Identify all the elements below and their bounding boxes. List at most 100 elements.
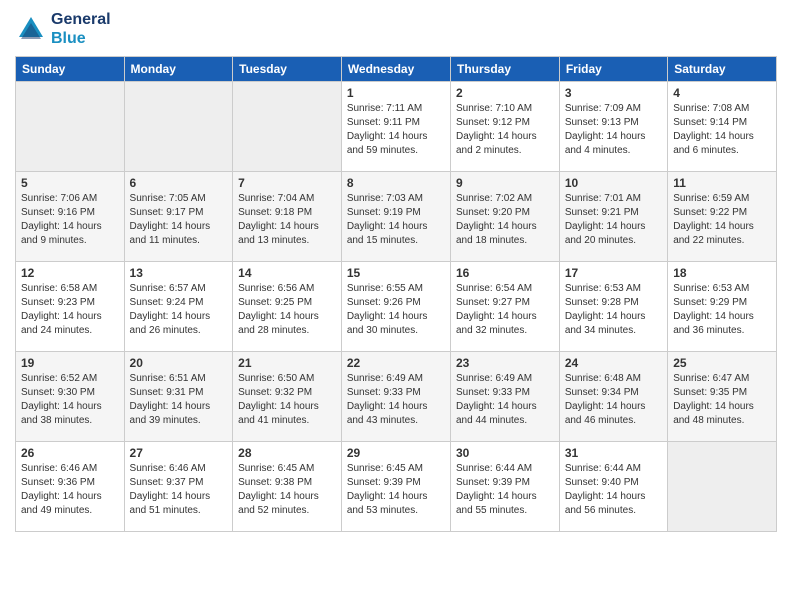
day-number: 17: [565, 266, 662, 280]
calendar-cell-20: 20Sunrise: 6:51 AM Sunset: 9:31 PM Dayli…: [124, 352, 233, 442]
calendar-header-tuesday: Tuesday: [233, 57, 342, 82]
calendar-cell-16: 16 Sunrise: 6:54 AM Sunset: 9:27 PM Dayli…: [450, 262, 559, 352]
day-info: Sunrise: 7:09 AM Sunset: 9:13 PM Dayligh…: [565, 102, 662, 158]
calendar-cell-31: 31 Sunrise: 6:44 AM Sunset: 9:40 PM Dayli…: [559, 442, 667, 532]
calendar-week-row-3: 19 Sunrise: 6:52 AM Sunset: 9:30 PM Dayli…: [16, 352, 777, 442]
calendar-cell-19: 19 Sunrise: 6:52 AM Sunset: 9:30 PM Dayli…: [16, 352, 125, 442]
day-info: Sunrise: 6:54 AM Sunset: 9:27 PM Dayligh…: [456, 282, 554, 338]
day-info: Sunrise: 6:44 AM Sunset: 9:39 PM Dayligh…: [456, 462, 554, 518]
day-number: 15: [347, 266, 445, 280]
calendar-header-friday: Friday: [559, 57, 667, 82]
calendar-cell-14: 14Sunrise: 6:56 AM Sunset: 9:25 PM Dayli…: [233, 262, 342, 352]
day-number: 4: [673, 86, 771, 100]
logo-general: General: [51, 10, 111, 29]
day-number: 22: [347, 356, 445, 370]
day-number: 16: [456, 266, 554, 280]
day-info: Sunrise: 6:49 AM Sunset: 9:33 PM Dayligh…: [456, 372, 554, 428]
calendar-cell-23: 23 Sunrise: 6:49 AM Sunset: 9:33 PM Dayli…: [450, 352, 559, 442]
day-info: Sunrise: 7:02 AM Sunset: 9:20 PM Dayligh…: [456, 192, 554, 248]
day-number: 18: [673, 266, 771, 280]
day-number: 19: [21, 356, 119, 370]
calendar-cell-24: 24 Sunrise: 6:48 AM Sunset: 9:34 PM Dayli…: [559, 352, 667, 442]
calendar-cell-29: 29 Sunrise: 6:45 AM Sunset: 9:39 PM Dayli…: [341, 442, 450, 532]
calendar-cell-empty: [668, 442, 777, 532]
logo-icon: [15, 13, 47, 45]
calendar-cell-26: 26 Sunrise: 6:46 AM Sunset: 9:36 PM Dayli…: [16, 442, 125, 532]
day-info: Sunrise: 7:04 AM Sunset: 9:18 PM Dayligh…: [238, 192, 336, 248]
calendar-cell-3: 3Sunrise: 7:09 AM Sunset: 9:13 PM Daylig…: [559, 82, 667, 172]
calendar-cell-28: 28 Sunrise: 6:45 AM Sunset: 9:38 PM Dayli…: [233, 442, 342, 532]
day-info: Sunrise: 6:49 AM Sunset: 9:33 PM Dayligh…: [347, 372, 445, 428]
calendar-header-monday: Monday: [124, 57, 233, 82]
day-info: Sunrise: 6:46 AM Sunset: 9:36 PM Dayligh…: [21, 462, 119, 518]
day-info: Sunrise: 7:03 AM Sunset: 9:19 PM Dayligh…: [347, 192, 445, 248]
calendar-table: SundayMondayTuesdayWednesdayThursdayFrid…: [15, 56, 777, 532]
calendar-cell-empty: [124, 82, 233, 172]
calendar-cell-5: 5Sunrise: 7:06 AM Sunset: 9:16 PM Daylig…: [16, 172, 125, 262]
calendar-cell-2: 2 Sunrise: 7:10 AM Sunset: 9:12 PM Daylig…: [450, 82, 559, 172]
day-info: Sunrise: 6:46 AM Sunset: 9:37 PM Dayligh…: [130, 462, 228, 518]
day-number: 8: [347, 176, 445, 190]
calendar-cell-7: 7 Sunrise: 7:04 AM Sunset: 9:18 PM Daylig…: [233, 172, 342, 262]
day-info: Sunrise: 6:56 AM Sunset: 9:25 PM Dayligh…: [238, 282, 336, 338]
day-info: Sunrise: 7:10 AM Sunset: 9:12 PM Dayligh…: [456, 102, 554, 158]
header: General Blue: [15, 10, 777, 48]
day-info: Sunrise: 6:57 AM Sunset: 9:24 PM Dayligh…: [130, 282, 228, 338]
calendar-cell-17: 17 Sunrise: 6:53 AM Sunset: 9:28 PM Dayli…: [559, 262, 667, 352]
day-number: 31: [565, 446, 662, 460]
day-number: 7: [238, 176, 336, 190]
calendar-cell-6: 6Sunrise: 7:05 AM Sunset: 9:17 PM Daylig…: [124, 172, 233, 262]
calendar-cell-9: 9Sunrise: 7:02 AM Sunset: 9:20 PM Daylig…: [450, 172, 559, 262]
day-number: 11: [673, 176, 771, 190]
logo-blue: Blue: [51, 29, 111, 48]
calendar-cell-15: 15Sunrise: 6:55 AM Sunset: 9:26 PM Dayli…: [341, 262, 450, 352]
calendar-cell-13: 13 Sunrise: 6:57 AM Sunset: 9:24 PM Dayli…: [124, 262, 233, 352]
day-number: 29: [347, 446, 445, 460]
calendar-cell-1: 1 Sunrise: 7:11 AM Sunset: 9:11 PM Daylig…: [341, 82, 450, 172]
day-info: Sunrise: 7:11 AM Sunset: 9:11 PM Dayligh…: [347, 102, 445, 158]
calendar-cell-21: 21 Sunrise: 6:50 AM Sunset: 9:32 PM Dayli…: [233, 352, 342, 442]
calendar-week-row-1: 5Sunrise: 7:06 AM Sunset: 9:16 PM Daylig…: [16, 172, 777, 262]
day-info: Sunrise: 6:45 AM Sunset: 9:38 PM Dayligh…: [238, 462, 336, 518]
day-info: Sunrise: 6:53 AM Sunset: 9:29 PM Dayligh…: [673, 282, 771, 338]
day-number: 24: [565, 356, 662, 370]
day-info: Sunrise: 6:45 AM Sunset: 9:39 PM Dayligh…: [347, 462, 445, 518]
logo-text: General Blue: [51, 10, 111, 48]
day-number: 6: [130, 176, 228, 190]
calendar-header-saturday: Saturday: [668, 57, 777, 82]
calendar-week-row-2: 12Sunrise: 6:58 AM Sunset: 9:23 PM Dayli…: [16, 262, 777, 352]
day-number: 23: [456, 356, 554, 370]
day-info: Sunrise: 6:47 AM Sunset: 9:35 PM Dayligh…: [673, 372, 771, 428]
calendar-week-row-0: 1 Sunrise: 7:11 AM Sunset: 9:11 PM Daylig…: [16, 82, 777, 172]
day-number: 1: [347, 86, 445, 100]
day-info: Sunrise: 6:52 AM Sunset: 9:30 PM Dayligh…: [21, 372, 119, 428]
day-info: Sunrise: 6:53 AM Sunset: 9:28 PM Dayligh…: [565, 282, 662, 338]
calendar-cell-18: 18 Sunrise: 6:53 AM Sunset: 9:29 PM Dayli…: [668, 262, 777, 352]
calendar-cell-10: 10 Sunrise: 7:01 AM Sunset: 9:21 PM Dayli…: [559, 172, 667, 262]
day-number: 2: [456, 86, 554, 100]
calendar-cell-25: 25Sunrise: 6:47 AM Sunset: 9:35 PM Dayli…: [668, 352, 777, 442]
day-number: 13: [130, 266, 228, 280]
day-info: Sunrise: 7:01 AM Sunset: 9:21 PM Dayligh…: [565, 192, 662, 248]
calendar-cell-22: 22 Sunrise: 6:49 AM Sunset: 9:33 PM Dayli…: [341, 352, 450, 442]
day-number: 10: [565, 176, 662, 190]
calendar-week-row-4: 26 Sunrise: 6:46 AM Sunset: 9:36 PM Dayli…: [16, 442, 777, 532]
day-number: 26: [21, 446, 119, 460]
calendar-cell-11: 11 Sunrise: 6:59 AM Sunset: 9:22 PM Dayli…: [668, 172, 777, 262]
day-number: 28: [238, 446, 336, 460]
day-number: 21: [238, 356, 336, 370]
page-container: General Blue SundayMondayTuesdayWednesda…: [0, 0, 792, 542]
day-info: Sunrise: 6:44 AM Sunset: 9:40 PM Dayligh…: [565, 462, 662, 518]
calendar-header-wednesday: Wednesday: [341, 57, 450, 82]
logo: General Blue: [15, 10, 111, 48]
day-info: Sunrise: 6:59 AM Sunset: 9:22 PM Dayligh…: [673, 192, 771, 248]
calendar-cell-8: 8 Sunrise: 7:03 AM Sunset: 9:19 PM Daylig…: [341, 172, 450, 262]
day-info: Sunrise: 6:48 AM Sunset: 9:34 PM Dayligh…: [565, 372, 662, 428]
calendar-cell-27: 27 Sunrise: 6:46 AM Sunset: 9:37 PM Dayli…: [124, 442, 233, 532]
day-number: 27: [130, 446, 228, 460]
calendar-cell-12: 12Sunrise: 6:58 AM Sunset: 9:23 PM Dayli…: [16, 262, 125, 352]
calendar-cell-30: 30Sunrise: 6:44 AM Sunset: 9:39 PM Dayli…: [450, 442, 559, 532]
day-info: Sunrise: 6:50 AM Sunset: 9:32 PM Dayligh…: [238, 372, 336, 428]
day-info: Sunrise: 6:51 AM Sunset: 9:31 PM Dayligh…: [130, 372, 228, 428]
calendar-header-sunday: Sunday: [16, 57, 125, 82]
